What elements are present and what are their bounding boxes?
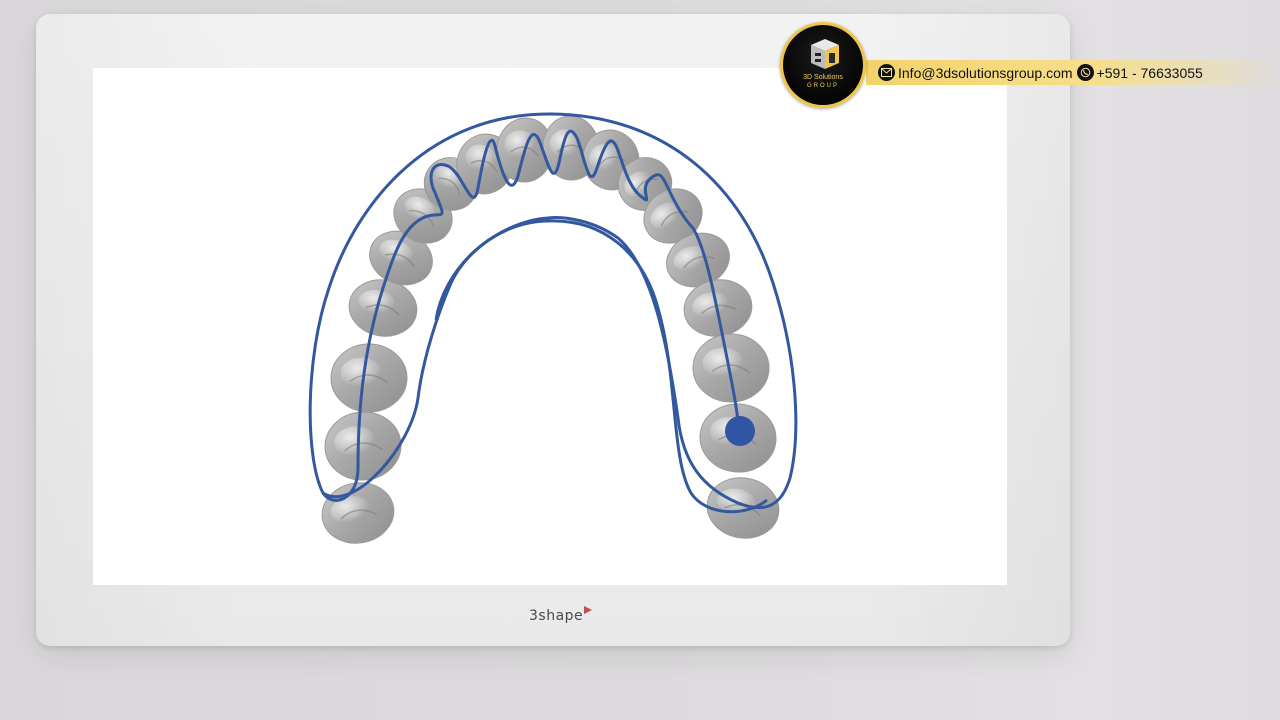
contact-phone[interactable]: +591 - 76633055 <box>1076 64 1203 81</box>
contact-bar: Info@3dsolutionsgroup.com +591 - 7663305… <box>866 60 1280 85</box>
company-logo-badge: 3D Solutions GROUP <box>780 22 866 108</box>
email-text: Info@3dsolutionsgroup.com <box>898 64 1073 81</box>
tooth <box>330 343 408 413</box>
monitor-brand-logo: 3shape <box>529 606 593 624</box>
screen <box>93 68 1007 585</box>
brand-triangle-icon <box>584 606 593 614</box>
envelope-icon <box>878 64 895 81</box>
logo-line2: GROUP <box>806 83 839 89</box>
logo-line1: 3D Solutions <box>803 74 843 81</box>
dental-arch-illustration <box>308 112 798 544</box>
tooth <box>692 333 770 403</box>
scan-position-dot <box>725 416 755 446</box>
logo-disc: 3D Solutions GROUP <box>783 25 863 105</box>
brand-text: 3shape <box>529 608 584 624</box>
phone-text: +591 - 76633055 <box>1096 64 1203 81</box>
contact-email[interactable]: Info@3dsolutionsgroup.com <box>878 64 1073 81</box>
cube-3d-icon <box>811 39 839 69</box>
monitor-frame: 3shape <box>36 14 1070 646</box>
tooth <box>324 411 402 481</box>
whatsapp-icon <box>1076 64 1094 81</box>
